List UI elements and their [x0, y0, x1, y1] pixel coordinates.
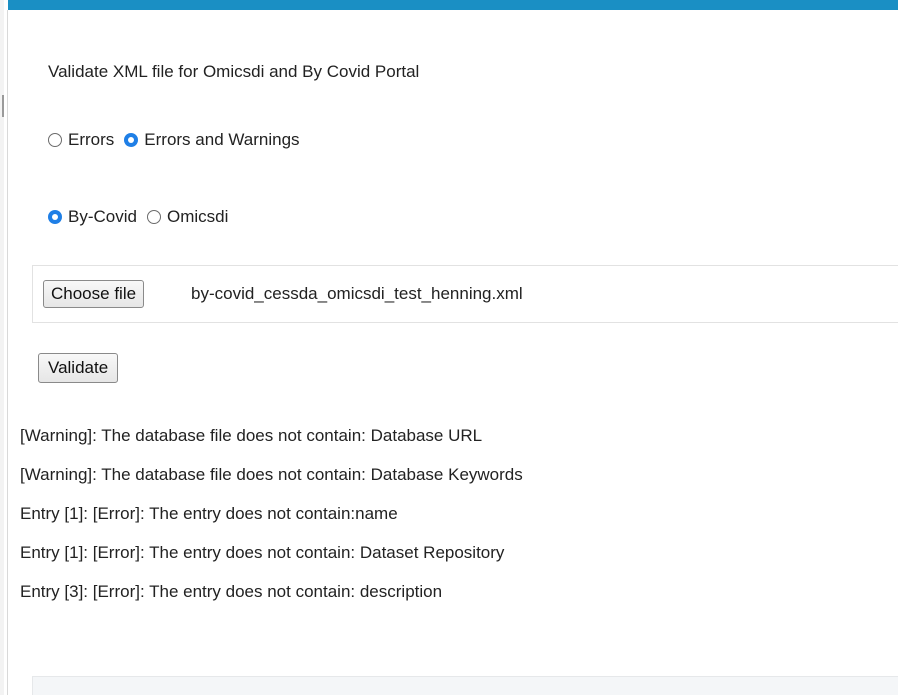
validator-page: Validate XML file for Omicsdi and By Cov…	[0, 0, 898, 695]
result-message: [Warning]: The database file does not co…	[20, 426, 483, 445]
result-message: Entry [1]: [Error]: The entry does not c…	[20, 504, 398, 523]
validation-results: [Warning]: The database file does not co…	[20, 424, 523, 619]
left-divider	[7, 10, 8, 695]
severity-radio-group: Errors Errors and Warnings	[48, 128, 310, 152]
radio-errors[interactable]	[48, 133, 62, 147]
radio-errors-and-warnings[interactable]	[124, 133, 139, 147]
portal-radio-group: By-Covid Omicsdi	[48, 205, 238, 229]
radio-omicsdi-label[interactable]: Omicsdi	[167, 205, 228, 229]
radio-omicsdi[interactable]	[146, 210, 161, 224]
result-message: Entry [3]: [Error]: The entry does not c…	[20, 582, 443, 601]
file-input-box: Choose file by-covid_cessda_omicsdi_test…	[32, 265, 898, 323]
radio-errors-and-warnings-label[interactable]: Errors and Warnings	[144, 128, 299, 152]
validate-button[interactable]: Validate	[38, 353, 119, 383]
form-title: Validate XML file for Omicsdi and By Cov…	[48, 62, 420, 81]
result-message: Entry [1]: [Error]: The entry does not c…	[20, 543, 505, 562]
header-accent-bar	[8, 0, 898, 10]
left-scroll-marker	[2, 95, 4, 117]
radio-by-covid[interactable]	[48, 210, 62, 224]
radio-errors-label[interactable]: Errors	[68, 128, 114, 152]
result-message: [Warning]: The database file does not co…	[20, 465, 523, 484]
radio-by-covid-label[interactable]: By-Covid	[68, 205, 137, 229]
choose-file-button[interactable]: Choose file	[43, 280, 145, 308]
output-panel	[32, 676, 898, 695]
selected-file-name: by-covid_cessda_omicsdi_test_henning.xml	[191, 284, 523, 303]
